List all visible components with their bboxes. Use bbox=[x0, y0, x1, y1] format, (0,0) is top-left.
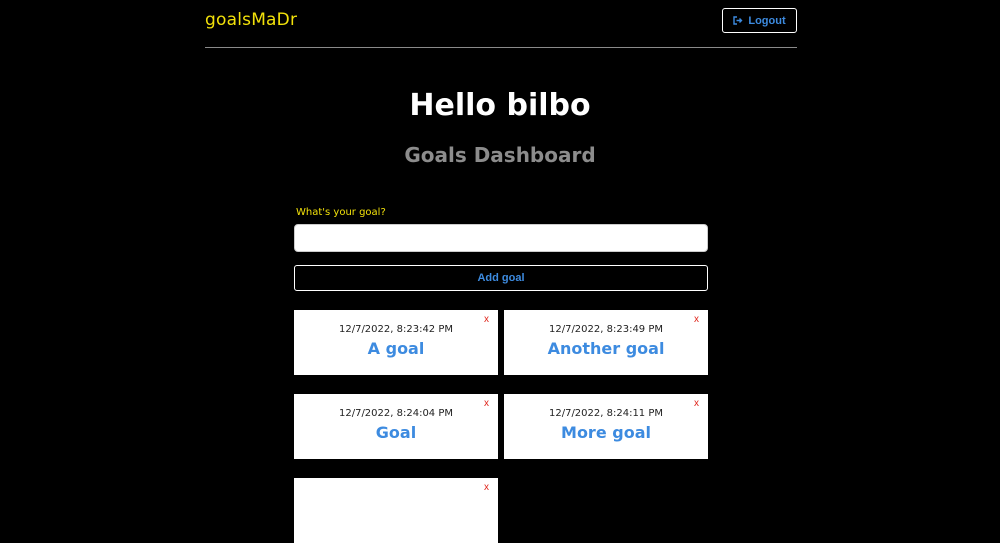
delete-goal-button[interactable]: x bbox=[694, 398, 699, 409]
goal-date: 12/7/2022, 8:23:42 PM bbox=[338, 324, 454, 335]
goal-card: 12/7/2022, 8:24:04 PM Goal x bbox=[294, 394, 498, 459]
delete-goal-button[interactable]: x bbox=[484, 482, 489, 493]
goal-text: More goal bbox=[561, 423, 651, 442]
delete-goal-button[interactable]: x bbox=[484, 314, 489, 325]
header: goalsMaDr Logout bbox=[205, 0, 797, 48]
goal-card: 12/7/2022, 8:23:42 PM A goal x bbox=[294, 310, 498, 375]
greeting-heading: Hello bilbo bbox=[409, 88, 591, 123]
goal-text: A goal bbox=[367, 339, 425, 358]
delete-goal-button[interactable]: x bbox=[484, 398, 489, 409]
goal-card: 12/7/2022, 8:23:49 PM Another goal x bbox=[504, 310, 708, 375]
goal-input-label: What's your goal? bbox=[296, 207, 386, 218]
goal-input[interactable] bbox=[294, 224, 708, 252]
goal-card: x bbox=[294, 478, 498, 543]
page-subtitle: Goals Dashboard bbox=[404, 143, 596, 167]
goal-card: 12/7/2022, 8:24:11 PM More goal x bbox=[504, 394, 708, 459]
goal-date: 12/7/2022, 8:23:49 PM bbox=[548, 324, 664, 335]
logout-label: Logout bbox=[748, 14, 786, 27]
sign-out-icon bbox=[733, 16, 743, 25]
goal-date: 12/7/2022, 8:24:04 PM bbox=[338, 408, 454, 419]
add-goal-button[interactable]: Add goal bbox=[294, 265, 708, 291]
goal-text: Goal bbox=[375, 423, 417, 442]
logout-button[interactable]: Logout bbox=[722, 8, 797, 33]
goals-list: 12/7/2022, 8:23:42 PM A goal x 12/7/2022… bbox=[294, 310, 708, 543]
logo[interactable]: goalsMaDr bbox=[205, 10, 297, 30]
delete-goal-button[interactable]: x bbox=[694, 314, 699, 325]
goal-text: Another goal bbox=[547, 339, 665, 358]
goal-date: 12/7/2022, 8:24:11 PM bbox=[548, 408, 664, 419]
